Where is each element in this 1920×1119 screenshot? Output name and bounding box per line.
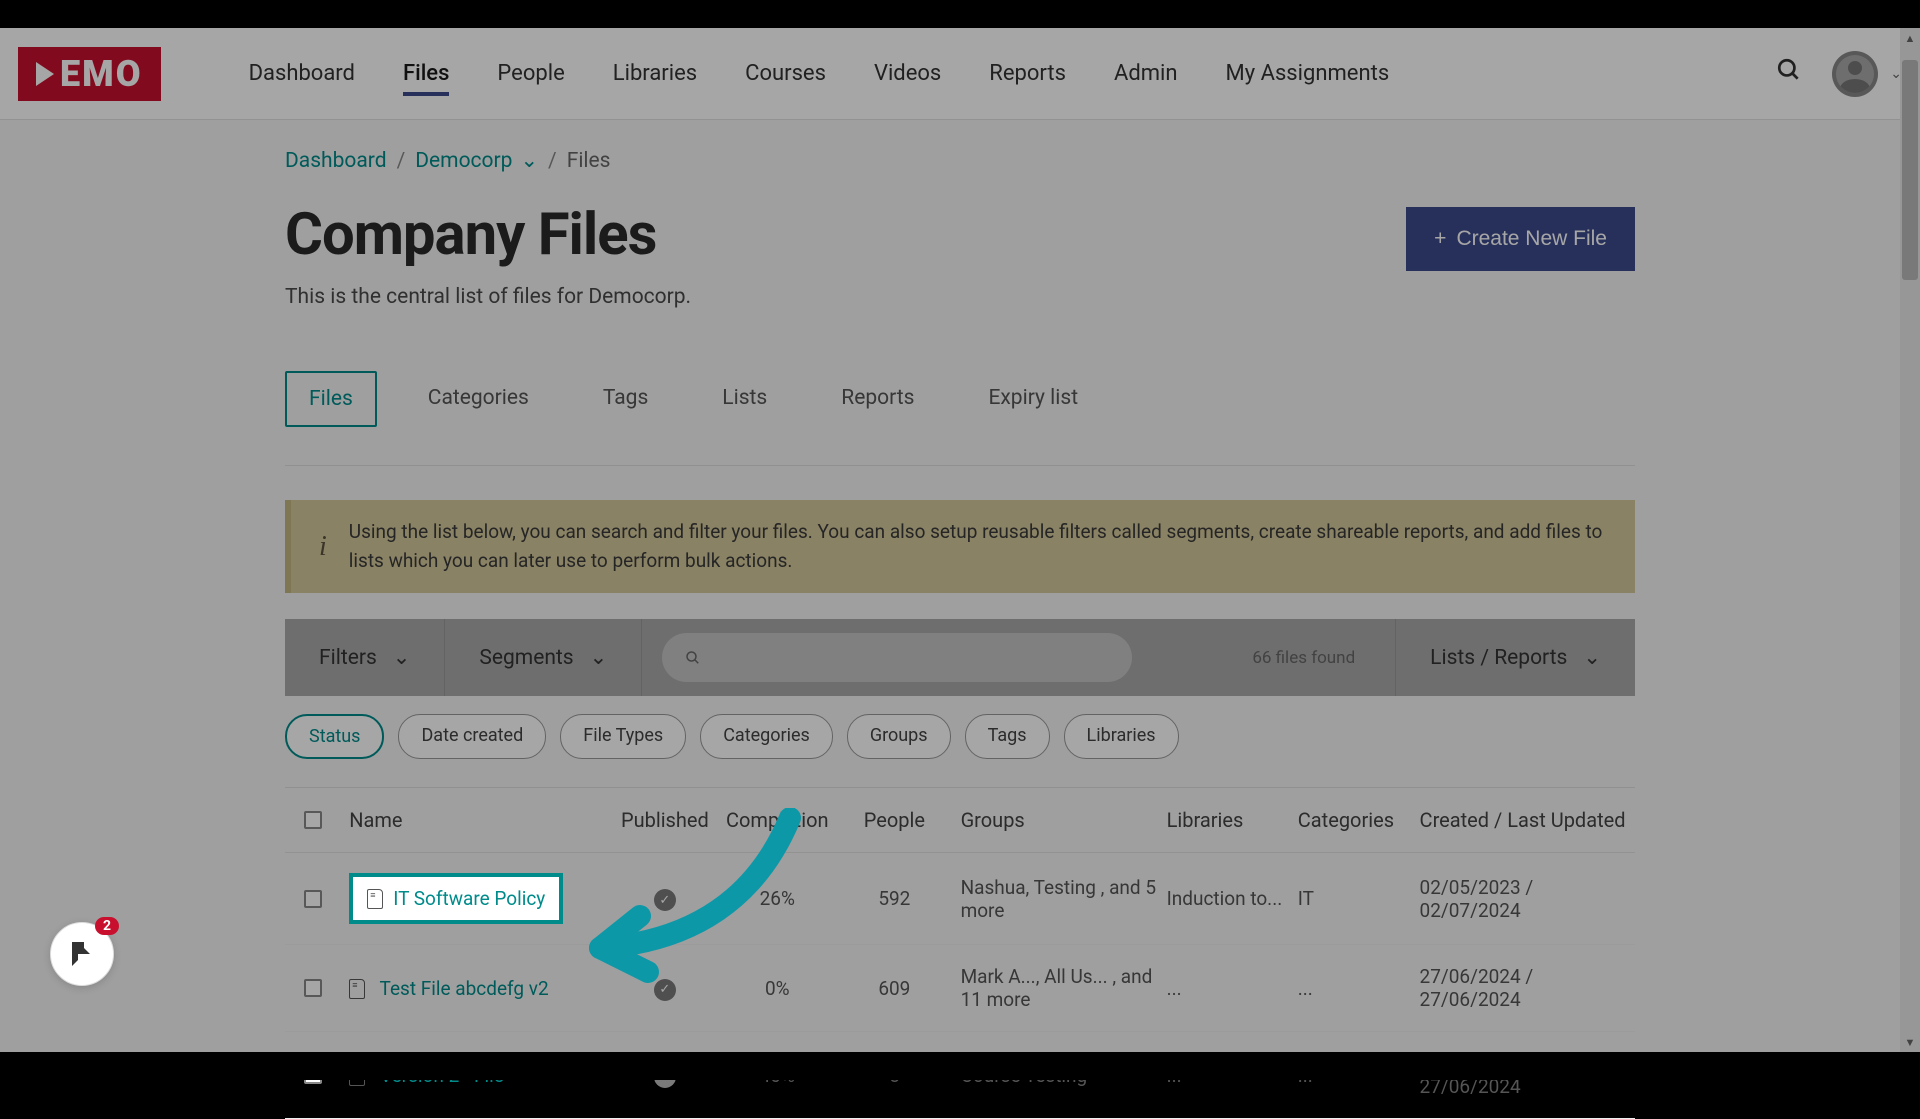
scrollbar[interactable]: ▲ ▼ — [1900, 28, 1920, 1052]
people-value: 592 — [838, 887, 950, 910]
nav-people[interactable]: People — [497, 33, 564, 114]
filters-dropdown[interactable]: Filters ⌄ — [285, 619, 445, 696]
col-published-header[interactable]: Published — [613, 808, 716, 832]
table-header-row: Name Published Completion People Groups … — [285, 788, 1635, 853]
dates-value: 02/05/2023 / 02/07/2024 — [1420, 876, 1635, 922]
col-name-header[interactable]: Name — [341, 808, 613, 832]
select-all-checkbox[interactable] — [304, 811, 322, 829]
col-people-header[interactable]: People — [838, 808, 950, 832]
published-badge: ✓ — [654, 889, 676, 911]
completion-value: 26% — [716, 887, 838, 910]
nav-admin[interactable]: Admin — [1114, 33, 1178, 114]
search-input[interactable] — [714, 647, 1110, 668]
breadcrumb-org-dropdown[interactable]: Democorp ⌄ — [415, 148, 538, 173]
chevron-down-icon: ⌄ — [1583, 645, 1601, 670]
plus-icon: + — [1434, 227, 1446, 251]
search-icon[interactable] — [1776, 57, 1802, 90]
table-row: Test File abcdefg v2 ✓ 0% 609 Mark A...,… — [285, 945, 1635, 1032]
segments-dropdown[interactable]: Segments ⌄ — [445, 619, 642, 696]
file-icon — [349, 979, 365, 999]
info-banner: i Using the list below, you can search a… — [285, 500, 1635, 593]
subtab-tags[interactable]: Tags — [580, 371, 671, 427]
subtab-categories[interactable]: Categories — [405, 371, 552, 427]
published-badge: ✓ — [654, 979, 676, 1001]
page-subtitle: This is the central list of files for De… — [285, 285, 691, 309]
breadcrumb: Dashboard / Democorp ⌄ / Files — [285, 148, 1690, 173]
divider — [285, 465, 1635, 466]
pill-categories[interactable]: Categories — [700, 714, 833, 759]
pill-libraries[interactable]: Libraries — [1064, 714, 1179, 759]
scrollbar-thumb[interactable] — [1902, 60, 1918, 280]
libraries-value: ... — [1167, 977, 1298, 1000]
subtab-expiry-list[interactable]: Expiry list — [965, 371, 1101, 427]
nav-libraries[interactable]: Libraries — [613, 33, 697, 114]
groups-value: Nashua, Testing , and 5 more — [951, 876, 1167, 922]
row-checkbox[interactable] — [304, 890, 322, 908]
categories-value: ... — [1298, 977, 1420, 1000]
dates-value: 27/06/2024 / 27/06/2024 — [1420, 965, 1635, 1011]
nav-files[interactable]: Files — [403, 33, 449, 114]
nav-videos[interactable]: Videos — [874, 33, 941, 114]
breadcrumb-dashboard[interactable]: Dashboard — [285, 149, 387, 173]
file-icon — [367, 889, 383, 909]
people-value: 609 — [838, 977, 950, 1000]
avatar — [1832, 51, 1878, 97]
col-dates-header[interactable]: Created / Last Updated — [1420, 808, 1635, 832]
subtab-files[interactable]: Files — [285, 371, 377, 427]
scroll-up-arrow[interactable]: ▲ — [1904, 32, 1916, 44]
nav-my-assignments[interactable]: My Assignments — [1226, 33, 1390, 114]
nav-courses[interactable]: Courses — [745, 33, 826, 114]
scroll-down-arrow[interactable]: ▼ — [1904, 1036, 1916, 1048]
chevron-down-icon: ⌄ — [520, 148, 538, 173]
pill-groups[interactable]: Groups — [847, 714, 951, 759]
pill-status[interactable]: Status — [285, 714, 384, 759]
info-text: Using the list below, you can search and… — [349, 518, 1607, 575]
lists-reports-dropdown[interactable]: Lists / Reports ⌄ — [1395, 619, 1635, 696]
col-libraries-header[interactable]: Libraries — [1167, 808, 1298, 832]
search-input-wrap — [662, 633, 1132, 682]
chat-badge: 2 — [95, 917, 119, 935]
pill-date-created[interactable]: Date created — [398, 714, 546, 759]
chevron-down-icon: ⌄ — [590, 645, 608, 670]
main-nav: Dashboard Files People Libraries Courses… — [249, 33, 1777, 114]
chat-logo-icon — [64, 936, 100, 972]
col-groups-header[interactable]: Groups — [951, 808, 1167, 832]
table-toolbar: Filters ⌄ Segments ⌄ 66 files found List… — [285, 619, 1635, 696]
breadcrumb-current: Files — [567, 149, 611, 173]
col-categories-header[interactable]: Categories — [1298, 808, 1420, 832]
row-checkbox[interactable] — [304, 979, 322, 997]
chat-widget[interactable]: 2 — [50, 922, 120, 992]
search-icon — [684, 649, 702, 667]
logo-text: EMO — [60, 53, 143, 95]
subtab-reports[interactable]: Reports — [818, 371, 937, 427]
file-link-test-file[interactable]: Test File abcdefg v2 — [349, 977, 549, 1000]
create-new-file-button[interactable]: + Create New File — [1406, 207, 1635, 271]
file-link-it-software-policy[interactable]: IT Software Policy — [349, 873, 563, 924]
pill-file-types[interactable]: File Types — [560, 714, 686, 759]
top-header: EMO Dashboard Files People Libraries Cou… — [0, 28, 1920, 120]
pill-tags[interactable]: Tags — [965, 714, 1050, 759]
info-icon: i — [319, 531, 327, 563]
categories-value: IT — [1298, 887, 1420, 910]
logo[interactable]: EMO — [18, 47, 161, 101]
completion-value: 0% — [716, 977, 838, 1000]
page-title: Company Files — [285, 201, 691, 269]
filter-pills: Status Date created File Types Categorie… — [285, 714, 1635, 788]
groups-value: Mark A..., All Us... , and 11 more — [951, 965, 1167, 1011]
play-icon — [36, 62, 54, 86]
files-found-text: 66 files found — [1252, 648, 1355, 668]
user-menu[interactable]: ⌄ — [1832, 51, 1902, 97]
col-completion-header[interactable]: Completion — [716, 808, 838, 832]
subtab-lists[interactable]: Lists — [699, 371, 790, 427]
nav-reports[interactable]: Reports — [989, 33, 1066, 114]
table-row: IT Software Policy ✓ 26% 592 Nashua, Tes… — [285, 853, 1635, 945]
chevron-down-icon: ⌄ — [393, 645, 411, 670]
nav-dashboard[interactable]: Dashboard — [249, 33, 355, 114]
libraries-value: Induction to... — [1167, 887, 1298, 910]
subtabs: Files Categories Tags Lists Reports Expi… — [285, 371, 1635, 427]
